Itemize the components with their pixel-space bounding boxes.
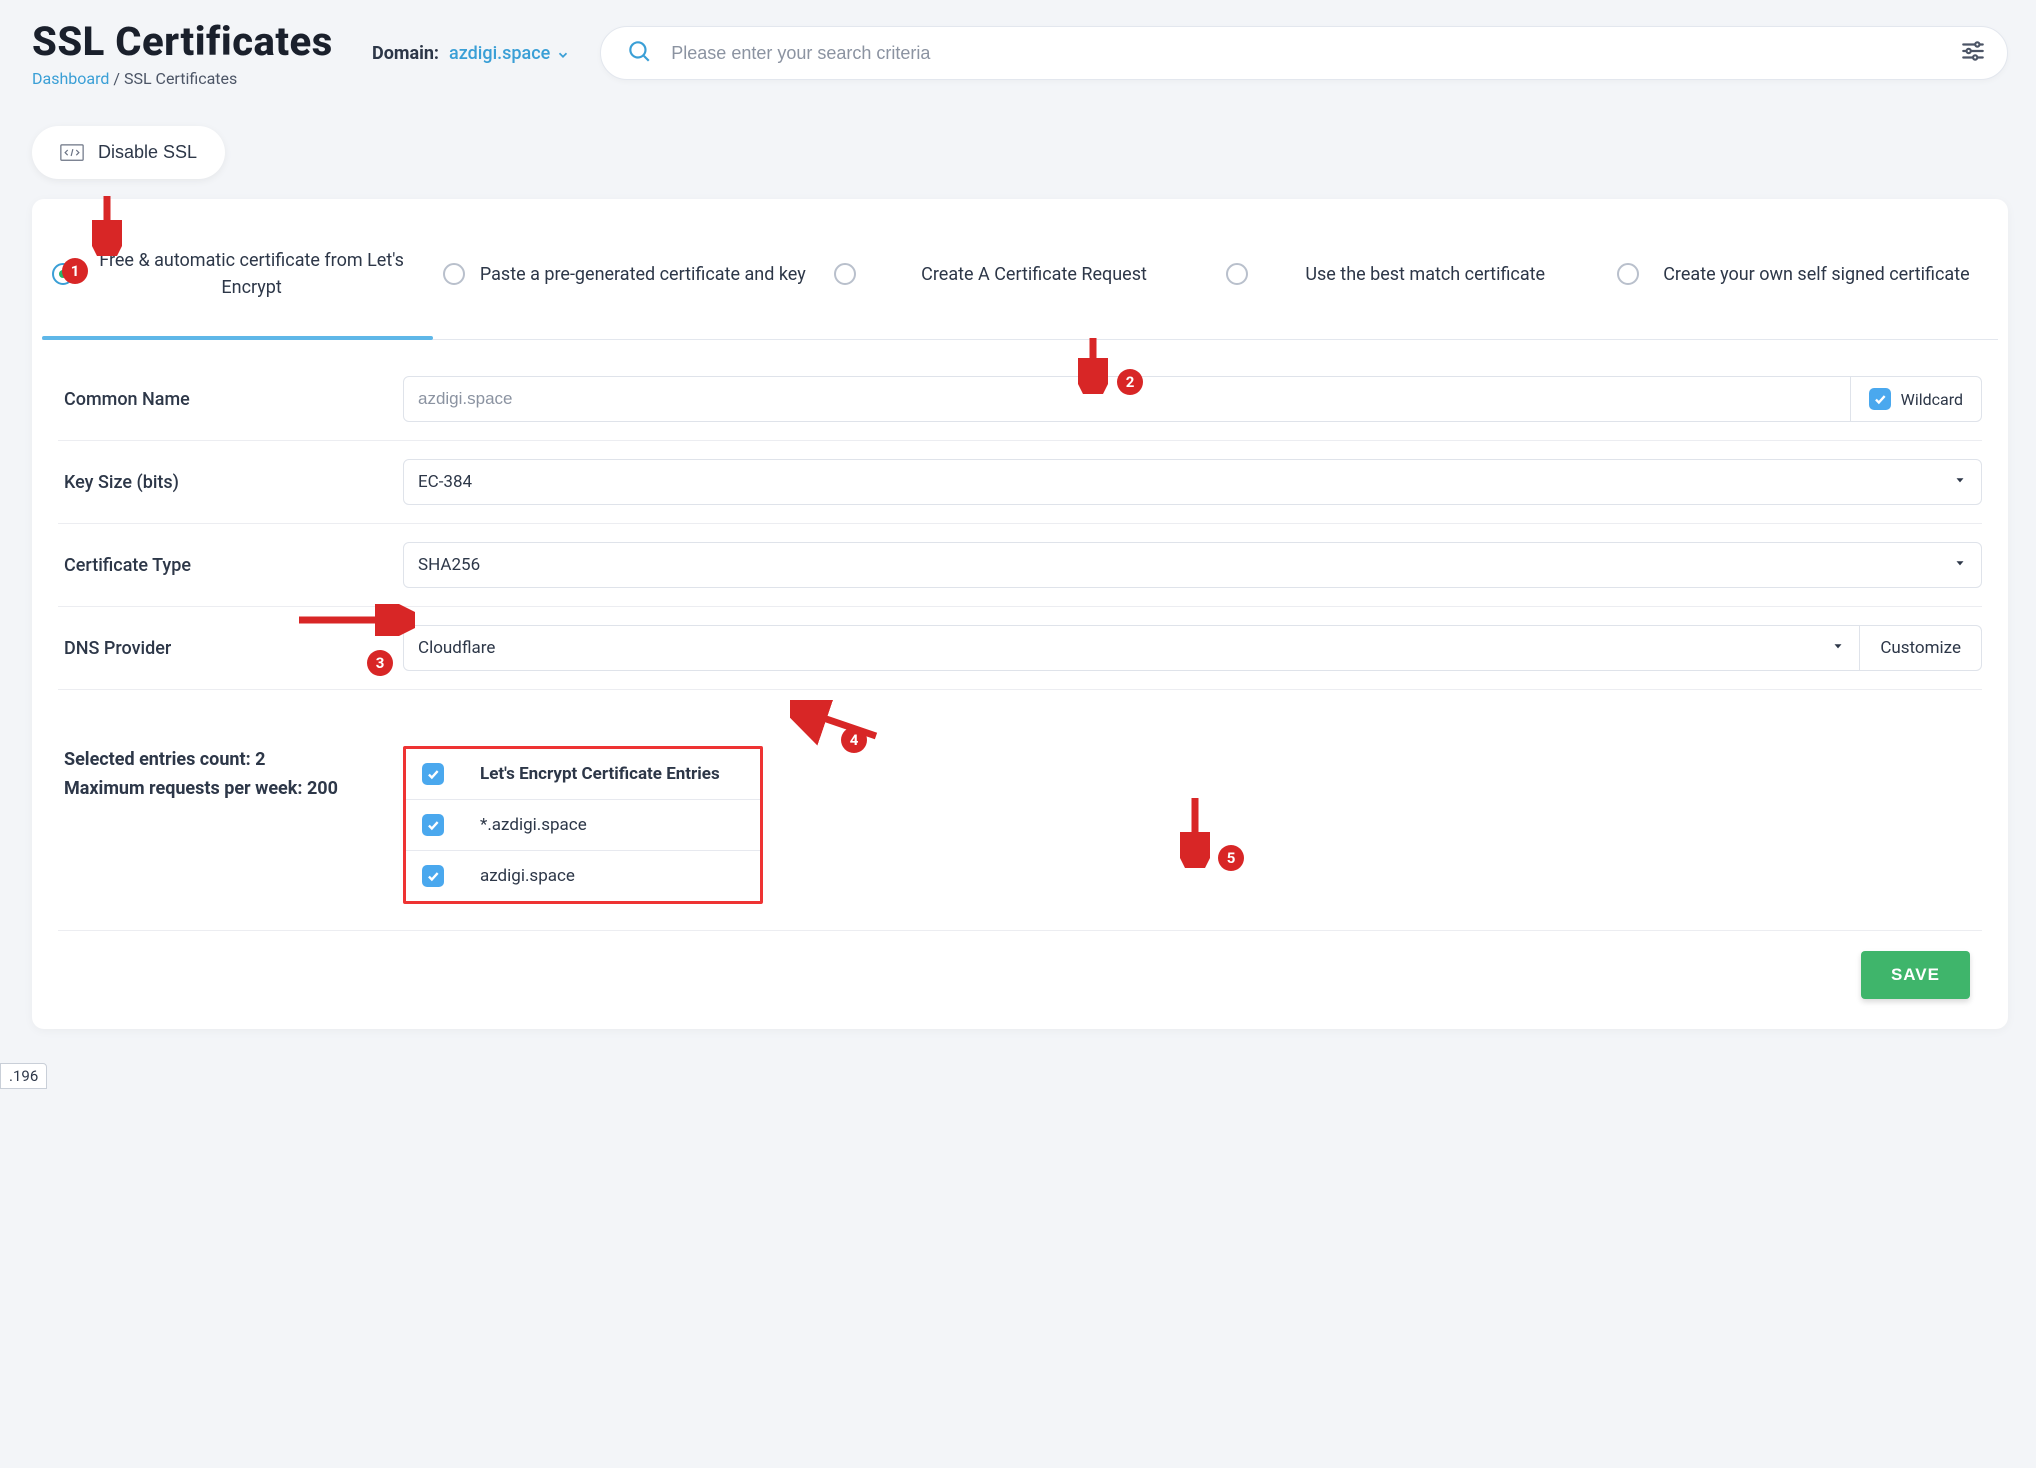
wildcard-label: Wildcard [1901, 390, 1963, 409]
customize-button[interactable]: Customize [1860, 625, 1982, 671]
cert-type-value: SHA256 [418, 555, 480, 575]
wildcard-toggle[interactable]: Wildcard [1851, 376, 1982, 422]
cert-type-select[interactable]: SHA256 [403, 542, 1982, 588]
ssl-form-card: Free & automatic certificate from Let's … [32, 199, 2008, 1029]
breadcrumb-home[interactable]: Dashboard [32, 69, 109, 88]
caret-down-icon [1953, 555, 1967, 575]
tab-label: Create A Certificate Request [862, 261, 1205, 288]
common-name-label: Common Name [58, 389, 403, 410]
caret-down-icon [1953, 472, 1967, 492]
save-button[interactable]: SAVE [1861, 951, 1970, 999]
key-size-value: EC-384 [418, 472, 472, 492]
radio-icon [443, 263, 465, 285]
dns-provider-label: DNS Provider [58, 638, 403, 659]
disable-ssl-label: Disable SSL [98, 142, 197, 163]
chevron-down-icon [556, 46, 570, 60]
max-requests-label: Maximum requests per week: [64, 778, 307, 799]
page-title: SSL Certificates [32, 18, 342, 65]
entry-checkbox[interactable] [422, 814, 444, 836]
domain-selector[interactable]: azdigi.space [449, 43, 570, 64]
tab-csr[interactable]: Create A Certificate Request [824, 209, 1215, 339]
tab-label: Create your own self signed certificate [1645, 261, 1988, 288]
checkbox-checked-icon [1869, 388, 1891, 410]
radio-icon [834, 263, 856, 285]
search-input[interactable] [600, 26, 2008, 80]
selected-count-value: 2 [255, 749, 265, 770]
tab-best-match[interactable]: Use the best match certificate [1216, 209, 1607, 339]
entry-row: azdigi.space [406, 851, 760, 901]
key-size-label: Key Size (bits) [58, 472, 403, 493]
domain-label: Domain: [372, 43, 439, 64]
code-icon [60, 144, 84, 162]
settings-sliders-icon[interactable] [1960, 38, 1986, 68]
tab-self-signed[interactable]: Create your own self signed certificate [1607, 209, 1998, 339]
radio-icon [1226, 263, 1248, 285]
dns-provider-value: Cloudflare [418, 638, 495, 658]
cert-source-tabs: Free & automatic certificate from Let's … [42, 209, 1998, 340]
entry-checkbox[interactable] [422, 865, 444, 887]
domain-value: azdigi.space [449, 43, 550, 64]
select-all-checkbox[interactable] [422, 763, 444, 785]
disable-ssl-button[interactable]: Disable SSL [32, 126, 225, 179]
breadcrumb-current: SSL Certificates [124, 69, 237, 88]
entries-table: Let's Encrypt Certificate Entries *.azdi… [403, 746, 763, 904]
entry-domain: azdigi.space [480, 866, 575, 886]
entry-domain: *.azdigi.space [480, 815, 587, 835]
cert-type-label: Certificate Type [58, 555, 403, 576]
key-size-select[interactable]: EC-384 [403, 459, 1982, 505]
search-icon [626, 38, 652, 68]
tab-paste-cert[interactable]: Paste a pre-generated certificate and ke… [433, 209, 824, 339]
dns-provider-select[interactable]: Cloudflare [403, 625, 1860, 671]
breadcrumb: Dashboard / SSL Certificates [32, 69, 342, 88]
entry-row: *.azdigi.space [406, 800, 760, 851]
tab-label: Paste a pre-generated certificate and ke… [471, 261, 814, 288]
entries-header: Let's Encrypt Certificate Entries [480, 764, 720, 784]
common-name-input[interactable] [403, 376, 1851, 422]
breadcrumb-sep: / [109, 69, 124, 88]
tab-label: Free & automatic certificate from Let's … [80, 247, 423, 301]
radio-icon [1617, 263, 1639, 285]
caret-down-icon [1831, 638, 1845, 658]
tab-lets-encrypt[interactable]: Free & automatic certificate from Let's … [42, 209, 433, 339]
footer-number: .196 [0, 1063, 47, 1089]
radio-selected-icon [52, 263, 74, 285]
entries-header-row: Let's Encrypt Certificate Entries [406, 749, 760, 800]
selected-count-label: Selected entries count: [64, 749, 255, 770]
tab-label: Use the best match certificate [1254, 261, 1597, 288]
max-requests-value: 200 [307, 778, 338, 799]
